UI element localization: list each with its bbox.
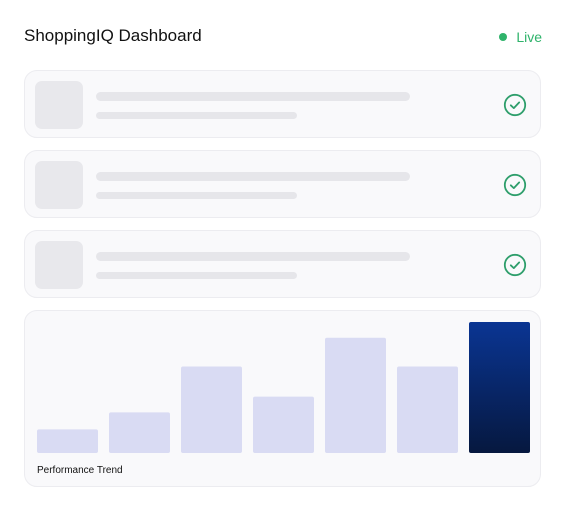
list-item[interactable] (24, 230, 541, 298)
chart-bar (109, 412, 170, 453)
chart-bar (253, 396, 314, 453)
check-circle-icon (503, 253, 527, 277)
page-title: ShoppingIQ Dashboard (24, 26, 202, 45)
performance-trend-chart (37, 322, 530, 453)
item-title-placeholder (96, 172, 410, 181)
check-circle-icon (503, 173, 527, 197)
performance-chart-card: Performance Trend (24, 310, 541, 487)
live-dot-icon (499, 33, 508, 41)
item-thumbnail-placeholder (35, 161, 83, 209)
check-circle-icon (503, 93, 527, 117)
chart-bars (37, 322, 530, 453)
item-subtitle-placeholder (96, 272, 297, 279)
chart-bar (397, 366, 458, 453)
item-title-placeholder (96, 92, 410, 101)
item-thumbnail-placeholder (35, 81, 83, 129)
chart-bar (37, 429, 98, 453)
chart-bar-highlighted (469, 322, 530, 453)
item-subtitle-placeholder (96, 192, 297, 199)
list-item[interactable] (24, 150, 541, 218)
list-item[interactable] (24, 70, 541, 138)
item-title-placeholder (96, 252, 410, 261)
live-status-indicator: Live (499, 27, 542, 47)
chart-caption: Performance Trend (37, 465, 123, 476)
item-thumbnail-placeholder (35, 241, 83, 289)
chart-bar (181, 366, 242, 453)
chart-bar (325, 337, 386, 453)
item-subtitle-placeholder (96, 112, 297, 119)
live-status-label: Live (516, 29, 542, 45)
